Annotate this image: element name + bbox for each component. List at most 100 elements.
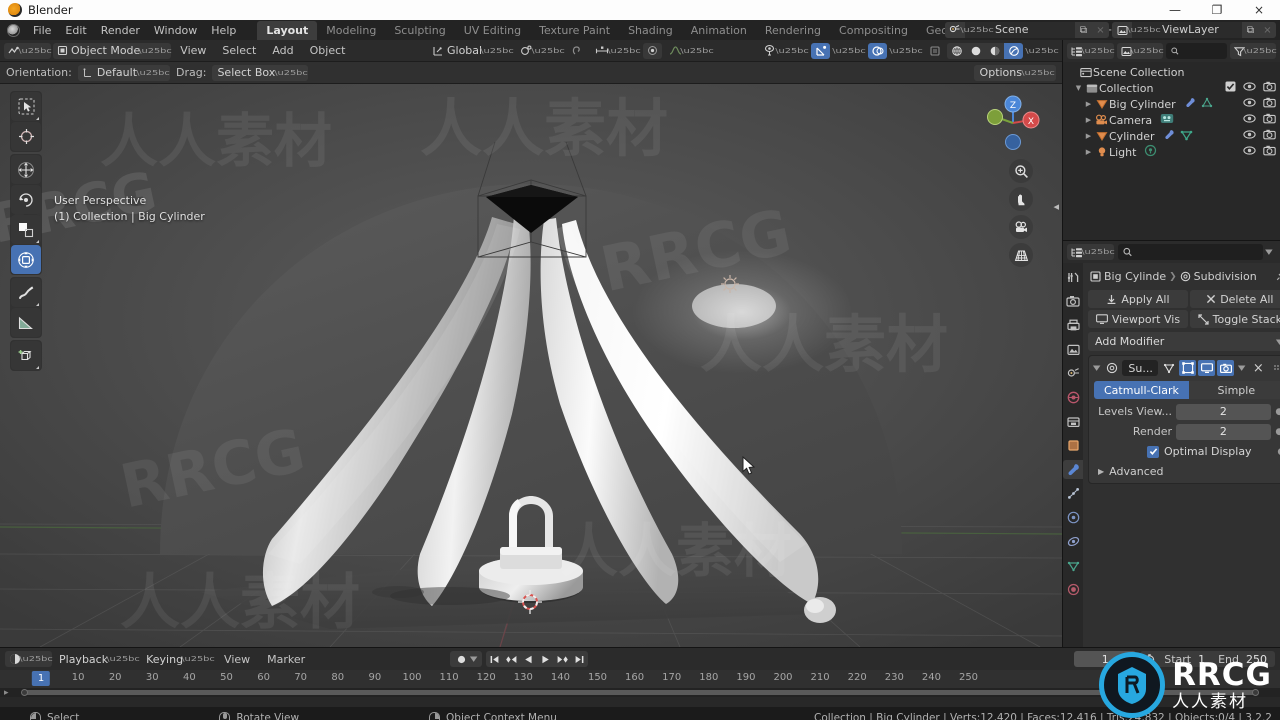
timeline-scroll-knob-left[interactable] [21, 689, 28, 696]
menu-window[interactable]: Window [147, 22, 204, 39]
new-viewlayer-button[interactable]: ⧉ [1242, 22, 1259, 38]
modifier-name-field[interactable]: Su... [1122, 360, 1159, 376]
proportional-falloff-dropdown[interactable]: \u25bc [665, 43, 714, 59]
on-cage-icon[interactable] [1160, 360, 1177, 376]
render-display-icon[interactable] [1217, 360, 1235, 376]
snap-target-dropdown[interactable]: \u25bc [591, 43, 641, 59]
constraints-tab[interactable] [1063, 532, 1083, 551]
shading-rendered-button[interactable] [1004, 42, 1023, 59]
add-modifier-button[interactable]: Add Modifier ▼ [1088, 332, 1280, 351]
perspective-icon[interactable] [1009, 243, 1033, 267]
workspace-tab-rendering[interactable]: Rendering [756, 21, 830, 40]
timeline-scrollbar-bar[interactable] [24, 690, 1256, 695]
workspace-tab-shading[interactable]: Shading [619, 21, 682, 40]
mesh-data-icon[interactable] [1180, 129, 1193, 144]
timeline-menu-view[interactable]: View [217, 651, 257, 668]
eye-icon[interactable] [1243, 97, 1256, 111]
menu-render[interactable]: Render [94, 22, 147, 39]
modifier-tab[interactable] [1063, 460, 1083, 479]
outliner-search-field[interactable] [1182, 44, 1222, 58]
move-tool-button[interactable] [11, 155, 41, 184]
outliner-row-collection[interactable]: ▼ Collection [1063, 80, 1280, 96]
breadcrumb-modifier[interactable]: Subdivision [1194, 270, 1257, 283]
navigation-gizmo[interactable]: Z X [982, 92, 1044, 154]
outliner-row-big-cylinder[interactable]: ▶ Big Cylinder [1063, 96, 1280, 112]
outliner-display-mode-button[interactable]: \u25bc [1117, 43, 1164, 59]
playback-menu[interactable]: Playback \u25bc [55, 651, 140, 667]
shading-dropdown[interactable]: \u25bc [1025, 43, 1059, 59]
object-tab[interactable] [1063, 436, 1083, 455]
viewport-menu-object[interactable]: Object [303, 42, 353, 59]
measure-tool-button[interactable] [11, 308, 41, 337]
play-reverse-button[interactable] [520, 651, 537, 667]
menu-edit[interactable]: Edit [58, 22, 93, 39]
optimal-display-checkbox[interactable] [1147, 445, 1159, 458]
outliner-editor-type-button[interactable]: \u25bc [1067, 43, 1115, 59]
close-button[interactable]: × [1238, 0, 1280, 20]
minimize-button[interactable]: — [1154, 0, 1196, 20]
delete-all-button[interactable]: Delete All [1189, 290, 1280, 308]
edit-mode-display-icon[interactable] [1179, 360, 1197, 376]
jump-to-end-button[interactable] [571, 651, 588, 667]
3d-viewport[interactable]: User Perspective (1) Collection | Big Cy… [0, 84, 1062, 647]
overlays-toggle[interactable] [868, 42, 887, 59]
cursor-tool-button[interactable] [11, 122, 41, 151]
viewlayer-selector[interactable]: \u25bc ViewLayer ⧉ × [1112, 22, 1276, 38]
viewlayer-tab[interactable] [1063, 340, 1083, 359]
object-mode-dropdown[interactable]: Object Mode \u25bc [53, 42, 172, 59]
menu-file[interactable]: File [26, 22, 58, 39]
drag-field[interactable]: Select Box \u25bc [212, 64, 309, 81]
viewport-menu-add[interactable]: Add [265, 42, 300, 59]
apply-all-button[interactable]: Apply All [1088, 290, 1188, 308]
render-levels-animate-dot[interactable]: ● [1275, 427, 1280, 437]
visibility-dropdown[interactable]: \u25bc [760, 43, 809, 59]
play-button[interactable] [537, 651, 554, 667]
rotate-tool-button[interactable] [11, 185, 41, 214]
disclosure-icon[interactable]: ▶ [1083, 100, 1094, 108]
properties-search-input[interactable] [1118, 244, 1263, 260]
outliner-row-light[interactable]: ▶ Light [1063, 144, 1280, 160]
orientation-field[interactable]: Default \u25bc [77, 64, 171, 81]
shading-solid-button[interactable] [966, 42, 985, 59]
pin-icon[interactable] [1276, 269, 1280, 284]
data-tab[interactable] [1063, 556, 1083, 575]
realtime-display-icon[interactable] [1198, 360, 1216, 376]
camera-data-icon[interactable] [1160, 113, 1174, 127]
camera-icon[interactable] [1263, 129, 1276, 143]
scene-name[interactable]: Scene [989, 22, 1075, 38]
disclosure-icon[interactable]: ▼ [1073, 84, 1084, 92]
advanced-section-toggle[interactable]: ▶ Advanced [1092, 463, 1280, 480]
timeline-scrollbar[interactable]: ▸ [0, 688, 1280, 698]
gizmo-dropdown[interactable]: \u25bc [832, 43, 866, 59]
camera-icon[interactable] [1263, 145, 1276, 159]
viewport-menu-view[interactable]: View [173, 42, 213, 59]
viewport-vis-button[interactable]: Viewport Vis [1088, 310, 1188, 328]
menu-help[interactable]: Help [204, 22, 243, 39]
eye-icon[interactable] [1243, 113, 1256, 127]
hand-icon[interactable] [1009, 187, 1033, 211]
light-data-icon[interactable] [1144, 144, 1157, 160]
blender-menu-icon[interactable] [7, 23, 20, 37]
workspace-tab-animation[interactable]: Animation [682, 21, 756, 40]
workspace-tab-uv-editing[interactable]: UV Editing [455, 21, 530, 40]
scene-tab[interactable] [1063, 364, 1083, 383]
camera-icon[interactable] [1263, 97, 1276, 111]
shading-wireframe-button[interactable] [947, 42, 966, 59]
outliner-filter-button[interactable]: \u25bc [1230, 43, 1277, 59]
sidebar-toggle-arrow[interactable]: ◂ [1053, 200, 1059, 213]
catmull-clark-option[interactable]: Catmull-Clark [1094, 381, 1189, 399]
tweak-tool-button[interactable] [11, 92, 41, 121]
disclosure-icon[interactable]: ▶ [1083, 148, 1094, 156]
timeline-playhead[interactable]: 1 [31, 671, 51, 686]
workspace-tab-modeling[interactable]: Modeling [317, 21, 385, 40]
eye-icon[interactable] [1243, 145, 1256, 159]
levels-viewport-value[interactable]: 2 [1176, 403, 1271, 420]
snap-toggle[interactable] [567, 43, 588, 59]
modifier-expand-chevron-icon[interactable]: ▼ [1090, 364, 1103, 372]
options-dropdown[interactable]: Options \u25bc [973, 64, 1056, 81]
modifier-icon[interactable] [1184, 97, 1196, 111]
world-tab[interactable] [1063, 388, 1083, 407]
viewport-menu-select[interactable]: Select [215, 42, 263, 59]
simple-option[interactable]: Simple [1188, 381, 1280, 399]
modifier-drag-handle-icon[interactable] [1269, 360, 1280, 376]
